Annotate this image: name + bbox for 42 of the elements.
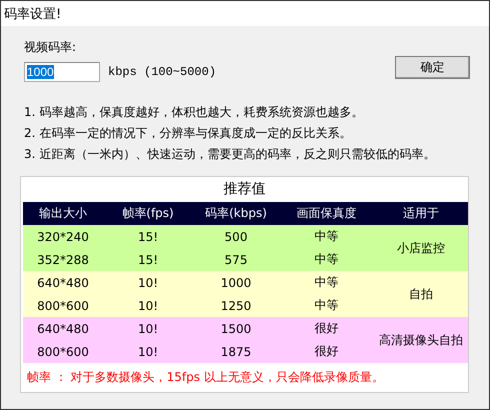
bitrate-field[interactable]: 1000 — [24, 62, 100, 82]
table-cell: 1500 — [193, 317, 279, 340]
table-cell: 640*480 — [23, 271, 103, 294]
ok-button[interactable]: 确定 — [395, 56, 470, 79]
table-cell: 10! — [103, 294, 193, 317]
note-text: 2. 在码率一定的情况下，分辨率与保真度成一定的反比关系。 — [24, 125, 352, 142]
bitrate-range: kbps (100~5000) — [108, 65, 216, 79]
table-cell: 10! — [103, 271, 193, 294]
table-cell: 1000 — [193, 271, 279, 294]
table-cell: 很好 — [279, 340, 374, 363]
table-cell: 中等 — [279, 248, 374, 271]
table-cell: 中等 — [279, 271, 374, 294]
table-cell: 15! — [103, 248, 193, 271]
table-cell: 中等 — [279, 225, 374, 248]
table-cell: 575 — [193, 248, 279, 271]
table-cell: 自拍 — [374, 271, 468, 317]
table-cell: 1875 — [193, 340, 279, 363]
table-cell: 352*288 — [23, 248, 103, 271]
table-cell: 高清摄像头自拍 — [374, 317, 468, 363]
table-cell: 很好 — [279, 317, 374, 340]
table-cell: 1250 — [193, 294, 279, 317]
table-cell: 800*600 — [23, 294, 103, 317]
window-title: 码率设置! — [4, 6, 62, 22]
column-header: 帧率(fps) — [103, 202, 193, 225]
note-text: 3. 近距离（一米内）、快速运动，需要更高的码率，反之则只需较低的码率。 — [24, 146, 436, 163]
note-text: 1. 码率越高，保真度越好，体积也越大，耗费系统资源也越多。 — [24, 104, 364, 121]
table-cell: 500 — [193, 225, 279, 248]
table-cell: 10! — [103, 340, 193, 363]
footnote-text: 帧率 ： 对于多数摄像头，15fps 以上无意义，只会降低录像质量。 — [26, 369, 385, 386]
table-cell: 640*480 — [23, 317, 103, 340]
table-cell: 320*240 — [23, 225, 103, 248]
table-cell: 小店监控 — [374, 225, 468, 271]
table-cell: 10! — [103, 317, 193, 340]
table-title: 推荐值 — [222, 180, 266, 199]
column-header: 画面保真度 — [279, 202, 374, 225]
column-header: 适用于 — [374, 202, 468, 225]
table-cell: 中等 — [279, 294, 374, 317]
column-header: 输出大小 — [23, 202, 103, 225]
column-header: 码率(kbps) — [193, 202, 279, 225]
table-cell: 15! — [103, 225, 193, 248]
table-cell: 800*600 — [23, 340, 103, 363]
bitrate-label: 视频码率: — [24, 39, 78, 56]
